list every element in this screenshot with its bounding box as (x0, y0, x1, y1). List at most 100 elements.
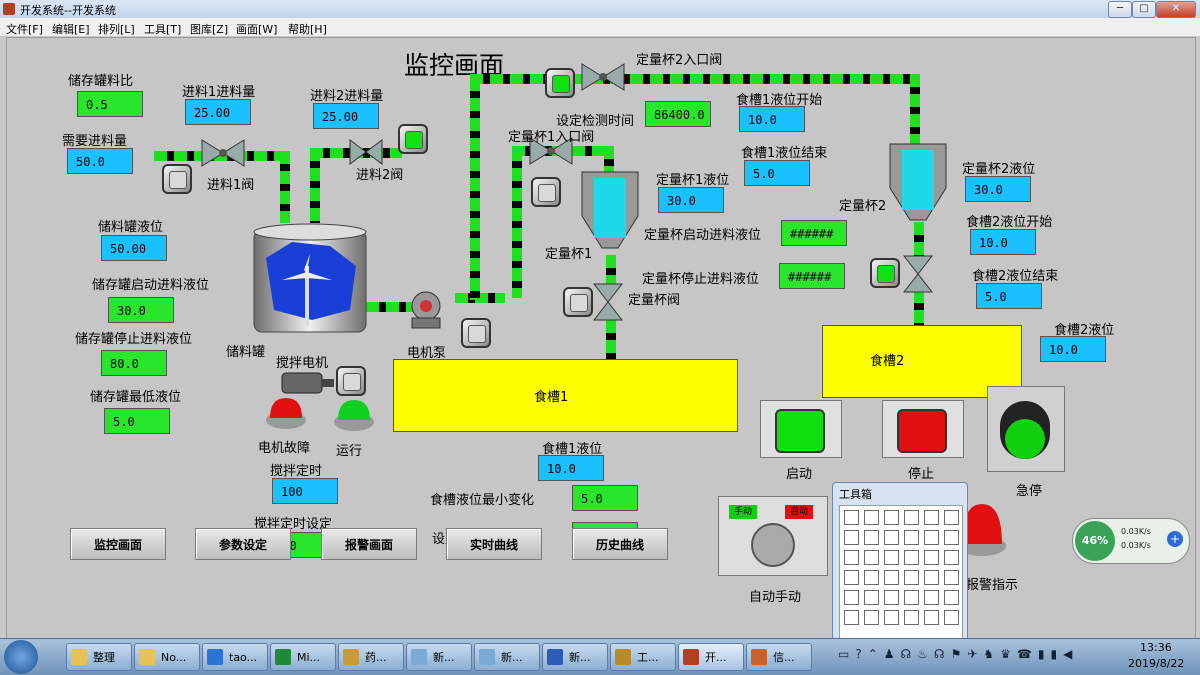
menu-screen[interactable]: 画面[W] (236, 21, 277, 37)
polyline-tool-icon[interactable] (844, 550, 859, 565)
taskbar-item-active[interactable]: 开... (678, 643, 744, 671)
nav-params-button[interactable]: 参数设定 (195, 528, 291, 560)
cup2-level-value[interactable]: 30.0 (965, 176, 1031, 202)
taskbar-item[interactable]: Mi... (270, 643, 336, 671)
valve-icon[interactable] (902, 254, 934, 294)
ratio-value[interactable]: 0.5 (77, 91, 143, 117)
trough2-end-value[interactable]: 5.0 (976, 283, 1042, 309)
trough1-end-value[interactable]: 5.0 (744, 160, 810, 186)
cup-stop-value[interactable]: ###### (779, 263, 845, 289)
valve-icon[interactable] (348, 138, 384, 166)
align-tool-icon[interactable] (944, 610, 959, 625)
stir-time-value[interactable]: 100 (272, 478, 338, 504)
cut-tool-icon[interactable] (904, 590, 919, 605)
arc-tool-icon[interactable] (864, 550, 879, 565)
valve1-button[interactable] (162, 164, 192, 194)
taskbar-item[interactable]: 整理 (66, 643, 132, 671)
nav-history-button[interactable]: 历史曲线 (572, 528, 668, 560)
undo-tool-icon[interactable] (864, 590, 879, 605)
start-orb-icon[interactable] (4, 640, 38, 674)
paste-tool-icon[interactable] (944, 590, 959, 605)
taskbar-item[interactable]: tao... (202, 643, 268, 671)
text-tool-icon[interactable] (884, 550, 899, 565)
selector-knob-icon[interactable] (751, 523, 795, 567)
feed2-value[interactable]: 25.00 (313, 103, 379, 129)
tank-level-value[interactable]: 50.00 (101, 235, 167, 261)
detect-time-value[interactable]: 86400.0 (645, 101, 711, 127)
cup-start-value[interactable]: ###### (781, 220, 847, 246)
tool-icon[interactable] (944, 570, 959, 585)
button-tool-icon[interactable] (924, 550, 939, 565)
cup2-valve-button[interactable] (870, 258, 900, 288)
valve-icon[interactable] (580, 62, 626, 92)
taskbar-item[interactable]: 工... (610, 643, 676, 671)
clock-time[interactable]: 13:36 (1140, 641, 1172, 654)
align-tool-icon[interactable] (904, 610, 919, 625)
trough1-level-value[interactable]: 10.0 (538, 455, 604, 481)
trough2-level-value[interactable]: 10.0 (1040, 336, 1106, 362)
start-button[interactable] (760, 400, 842, 458)
picture-tool-icon[interactable] (924, 510, 939, 525)
rect-tool-icon[interactable] (924, 530, 939, 545)
valve-icon[interactable] (592, 282, 624, 322)
system-tray-icons[interactable]: ▭?⌃♟☊♨☊⚑✈♞♛☎▮▮◀ (838, 647, 1108, 667)
taskbar-item[interactable]: No... (134, 643, 200, 671)
taskbar-item[interactable]: 药... (338, 643, 404, 671)
export-tool-icon[interactable] (944, 510, 959, 525)
tool-icon[interactable] (904, 570, 919, 585)
cup1-level-value[interactable]: 30.0 (658, 187, 724, 213)
taskbar-item[interactable]: 信... (746, 643, 812, 671)
align-tool-icon[interactable] (924, 610, 939, 625)
tool-icon[interactable] (924, 570, 939, 585)
maximize-button[interactable]: □ (1132, 1, 1156, 18)
plus-icon[interactable]: + (1167, 531, 1183, 547)
nav-alarm-button[interactable]: 报警画面 (321, 528, 417, 560)
taskbar-item[interactable]: 新... (406, 643, 472, 671)
circle-tool-icon[interactable] (904, 530, 919, 545)
frame-tool-icon[interactable] (944, 530, 959, 545)
nav-monitor-button[interactable]: 监控画面 (70, 528, 166, 560)
estop-button[interactable] (987, 386, 1065, 472)
menu-tools[interactable]: 工具[T] (144, 21, 181, 37)
stop-button[interactable] (882, 400, 964, 458)
trough2-start-value[interactable]: 10.0 (970, 229, 1036, 255)
taskbar-item[interactable]: 新... (474, 643, 540, 671)
pointer-tool-icon[interactable] (844, 530, 859, 545)
taskbar-item[interactable]: 新... (542, 643, 608, 671)
open-tool-icon[interactable] (864, 510, 879, 525)
tool-icon[interactable] (844, 590, 859, 605)
new-tool-icon[interactable] (844, 510, 859, 525)
min-change-value[interactable]: 5.0 (572, 485, 638, 511)
menu-file[interactable]: 文件[F] (6, 21, 43, 37)
rounded-rect-tool-icon[interactable] (904, 550, 919, 565)
feed1-value[interactable]: 25.00 (185, 99, 251, 125)
menu-library[interactable]: 图库[Z] (190, 21, 228, 37)
tank-stop-value[interactable]: 80.0 (101, 350, 167, 376)
menu-arrange[interactable]: 排列[L] (98, 21, 135, 37)
menu-edit[interactable]: 编辑[E] (52, 21, 90, 37)
save-tool-icon[interactable] (884, 510, 899, 525)
pump-button[interactable] (461, 318, 491, 348)
close-button[interactable]: ✕ (1156, 1, 1196, 18)
tank-min-value[interactable]: 5.0 (104, 408, 170, 434)
cup1-inlet-button[interactable] (531, 177, 561, 207)
tool-icon[interactable] (864, 570, 879, 585)
tank-start-value[interactable]: 30.0 (108, 297, 174, 323)
copy-tool-icon[interactable] (924, 590, 939, 605)
trough1-start-value[interactable]: 10.0 (739, 106, 805, 132)
line-tool-icon[interactable] (864, 530, 879, 545)
tool-icon[interactable] (844, 570, 859, 585)
need-feed-value[interactable]: 50.0 (67, 148, 133, 174)
signal-tool-icon[interactable] (944, 550, 959, 565)
cup-valve-button[interactable] (563, 287, 593, 317)
align-tool-icon[interactable] (844, 610, 859, 625)
redo-tool-icon[interactable] (884, 590, 899, 605)
network-monitor-widget[interactable]: 46% 0.03K/s 0.03K/s + (1072, 518, 1190, 564)
valve2-button[interactable] (398, 124, 428, 154)
nav-realtime-button[interactable]: 实时曲线 (446, 528, 542, 560)
auto-manual-selector[interactable]: 手动 自动 (718, 496, 828, 576)
tool-icon[interactable] (884, 570, 899, 585)
motor-button[interactable] (336, 366, 366, 396)
menu-help[interactable]: 帮助[H] (288, 21, 327, 37)
print-tool-icon[interactable] (904, 510, 919, 525)
